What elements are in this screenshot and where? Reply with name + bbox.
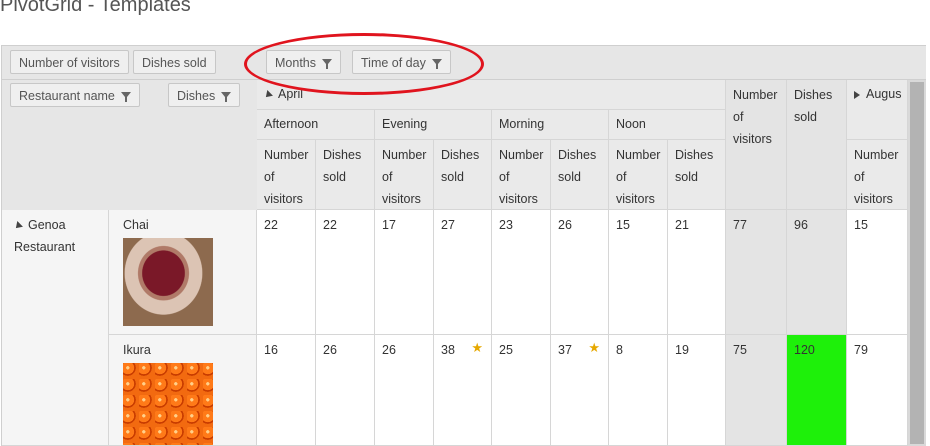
measure-header-visitors: Number of visitors	[492, 140, 551, 210]
data-cell: 15	[847, 210, 908, 335]
collapsed-triangle-icon[interactable]	[854, 90, 860, 99]
data-cell: 22	[257, 210, 316, 335]
measure-header-dishes: Dishes sold	[316, 140, 375, 210]
column-header-noon: Noon	[609, 110, 726, 140]
data-cell: 16	[257, 335, 316, 446]
pivot-grid: Number of visitors Dishes sold Months Ti…	[1, 45, 926, 446]
column-header-afternoon: Afternoon	[257, 110, 375, 140]
data-cell: 26	[551, 210, 609, 335]
field-restaurant-name[interactable]: Restaurant name	[10, 83, 140, 107]
measure-header-dishes: Dishes sold	[434, 140, 492, 210]
row-header-chai-label: Chai	[123, 218, 149, 232]
total-cell-highlighted: 120	[787, 335, 847, 446]
scrollbar-thumb[interactable]	[910, 82, 924, 444]
column-header-august[interactable]: Augus	[847, 80, 908, 140]
data-cell: 15	[609, 210, 668, 335]
filter-icon[interactable]	[431, 58, 442, 69]
data-cell-starred: 37 ★	[551, 335, 609, 446]
chai-image	[123, 238, 213, 326]
row-header-genoa-restaurant[interactable]: Genoa Restaurant	[2, 210, 109, 446]
total-dishes-header: Dishes sold	[787, 80, 847, 210]
field-dishes-sold[interactable]: Dishes sold	[133, 50, 216, 74]
field-time-of-day-label: Time of day	[361, 56, 426, 70]
measure-header-visitors: Number of visitors	[257, 140, 316, 210]
star-icon: ★	[471, 340, 483, 355]
page-title: PivotGrid - Templates	[0, 0, 191, 16]
measure-header-visitors: Number of visitors	[847, 140, 908, 210]
data-cell: 27	[434, 210, 492, 335]
filter-icon[interactable]	[322, 58, 332, 69]
measure-header-visitors: Number of visitors	[375, 140, 434, 210]
total-visitors-header: Number of visitors	[726, 80, 787, 210]
expanded-triangle-icon[interactable]	[263, 89, 273, 100]
field-dishes-label: Dishes	[177, 89, 216, 103]
column-header-april[interactable]: April	[257, 80, 726, 110]
data-fields-area: Number of visitors Dishes sold Months Ti…	[2, 46, 926, 80]
data-cell: 23	[492, 210, 551, 335]
data-cell: 25	[492, 335, 551, 446]
data-cell: 22	[316, 210, 375, 335]
filter-icon[interactable]	[221, 91, 232, 102]
row-header-chai: Chai	[109, 210, 257, 335]
vertical-scrollbar[interactable]	[908, 80, 926, 446]
column-header-april-label: April	[278, 87, 304, 101]
data-cell: 17	[375, 210, 434, 335]
data-cell: 26	[375, 335, 434, 446]
data-cell: 79	[847, 335, 908, 446]
data-cell: 21	[668, 210, 726, 335]
field-months-label: Months	[275, 56, 316, 70]
field-months[interactable]: Months	[266, 50, 341, 74]
total-cell: 77	[726, 210, 787, 335]
row-header-genoa-restaurant-label: Genoa Restaurant	[14, 218, 76, 254]
field-number-of-visitors[interactable]: Number of visitors	[10, 50, 129, 74]
star-icon: ★	[588, 340, 600, 355]
data-cell: 26	[316, 335, 375, 446]
data-cell: 19	[668, 335, 726, 446]
row-header-ikura-label: Ikura	[123, 343, 151, 357]
measure-header-dishes: Dishes sold	[551, 140, 609, 210]
data-cell-starred: 38 ★	[434, 335, 492, 446]
data-cell: 8	[609, 335, 668, 446]
field-dishes[interactable]: Dishes	[168, 83, 241, 107]
field-time-of-day[interactable]: Time of day	[352, 50, 451, 74]
column-header-august-label: Augus	[866, 87, 902, 101]
column-header-morning: Morning	[492, 110, 609, 140]
measure-header-visitors: Number of visitors	[609, 140, 668, 210]
data-cell-value: 37	[558, 343, 572, 357]
total-cell: 75	[726, 335, 787, 446]
column-header-evening: Evening	[375, 110, 492, 140]
measure-header-dishes: Dishes sold	[668, 140, 726, 210]
ikura-image	[123, 363, 213, 445]
expanded-triangle-icon[interactable]	[13, 220, 23, 231]
filter-icon[interactable]	[120, 91, 131, 102]
field-restaurant-name-label: Restaurant name	[19, 89, 115, 103]
row-fields-area: Restaurant name Dishes	[2, 80, 257, 210]
data-cell-value: 38	[441, 343, 455, 357]
total-cell: 96	[787, 210, 847, 335]
row-header-ikura: Ikura	[109, 335, 257, 446]
